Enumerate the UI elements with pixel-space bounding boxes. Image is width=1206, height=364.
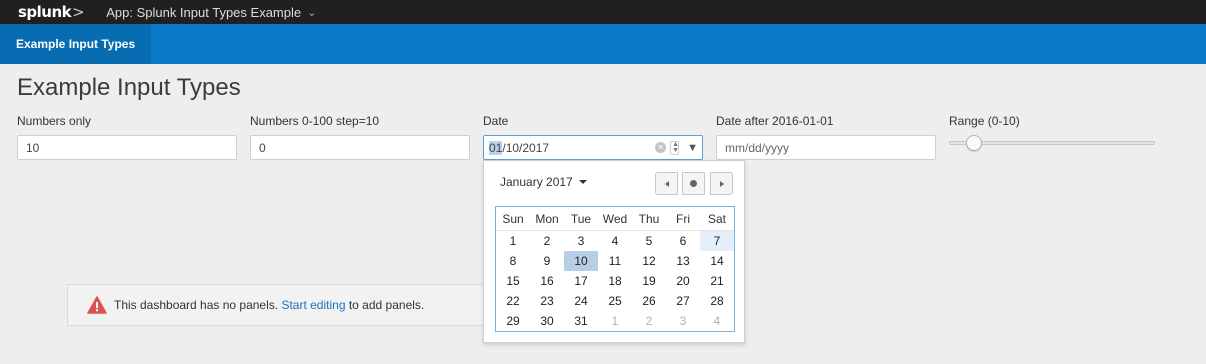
triangle-left-icon (664, 180, 669, 187)
weekday-label: Thu (638, 211, 660, 226)
nav-tab-example-input-types[interactable]: Example Input Types (0, 24, 152, 64)
calendar-day[interactable]: 16 (530, 271, 564, 291)
date-input[interactable]: 01/10/2017 ✕ ▲ ▼ ▼ (483, 135, 703, 160)
calendar-week: 15 16 17 18 19 20 21 (496, 271, 734, 291)
calendar-day[interactable]: 24 (564, 291, 598, 311)
calendar-day[interactable]: 15 (496, 271, 530, 291)
next-month-button[interactable] (710, 172, 733, 195)
numbers-only-label: Numbers only (17, 114, 92, 128)
calendar-day[interactable]: 29 (496, 311, 530, 331)
numbers-step-field: Numbers 0-100 step=10 0 (250, 114, 470, 160)
date-picker-popup: January 2017 Sun Mon Tue Wed Thu Fri Sat… (483, 160, 745, 343)
date-after-field: Date after 2016-01-01 mm/dd/yyyy (716, 114, 936, 160)
calendar-day[interactable]: 30 (530, 311, 564, 331)
range-slider-thumb[interactable] (966, 135, 982, 151)
calendar-day-other-month[interactable]: 2 (632, 311, 666, 331)
alert-text: This dashboard has no panels. Start edit… (114, 298, 425, 312)
range-field: Range (0-10) (949, 114, 1020, 130)
dot-icon (690, 180, 697, 187)
range-label: Range (0-10) (949, 114, 1020, 128)
splunk-logo[interactable]: splunk> (18, 3, 85, 21)
app-menu[interactable]: App: Splunk Input Types Example ⌄ (106, 5, 316, 20)
calendar-day[interactable]: 4 (598, 231, 632, 251)
calendar-day[interactable]: 18 (598, 271, 632, 291)
dropdown-arrow-icon[interactable]: ▼ (687, 142, 698, 154)
calendar-day[interactable]: 9 (530, 251, 564, 271)
calendar-day[interactable]: 6 (666, 231, 700, 251)
calendar-day[interactable]: 20 (666, 271, 700, 291)
no-panels-alert: This dashboard has no panels. Start edit… (67, 284, 487, 326)
calendar-day[interactable]: 25 (598, 291, 632, 311)
date-input-value: 01/10/2017 (489, 140, 550, 155)
numbers-step-input[interactable]: 0 (250, 135, 470, 160)
date-after-label: Date after 2016-01-01 (716, 114, 834, 128)
month-year-label: January 2017 (500, 175, 573, 189)
calendar-day[interactable]: 28 (700, 291, 734, 311)
numbers-only-field: Numbers only 10 (17, 114, 237, 160)
calendar-day[interactable]: 1 (496, 231, 530, 251)
calendar-day[interactable]: 27 (666, 291, 700, 311)
top-bar: splunk> App: Splunk Input Types Example … (0, 0, 1206, 24)
page-title: Example Input Types (17, 74, 241, 101)
calendar-day[interactable]: 22 (496, 291, 530, 311)
calendar-day[interactable]: 3 (564, 231, 598, 251)
spinner-icon[interactable]: ▲ ▼ (670, 140, 680, 155)
triangle-right-icon (719, 180, 724, 187)
calendar-day[interactable]: 8 (496, 251, 530, 271)
calendar-week: 8 9 10 11 12 13 14 (496, 251, 734, 271)
date-label: Date (483, 114, 509, 128)
chevron-down-icon: ⌄ (307, 6, 317, 19)
caret-down-icon (578, 180, 587, 184)
weekday-label: Sat (707, 211, 726, 226)
today-button[interactable] (682, 172, 705, 195)
calendar-day-other-month[interactable]: 1 (598, 311, 632, 331)
calendar-week: 29 30 31 1 2 3 4 (496, 311, 734, 331)
calendar-day[interactable]: 17 (564, 271, 598, 291)
calendar-grid: Sun Mon Tue Wed Thu Fri Sat 1 2 3 4 5 6 … (495, 206, 735, 332)
calendar-week: 1 2 3 4 5 6 7 (496, 231, 734, 251)
weekday-header: Sun Mon Tue Wed Thu Fri Sat (496, 207, 734, 231)
start-editing-link[interactable]: Start editing (281, 298, 345, 312)
app-menu-label: App: Splunk Input Types Example (106, 4, 302, 20)
calendar-week: 22 23 24 25 26 27 28 (496, 291, 734, 311)
calendar-day-other-month[interactable]: 4 (700, 311, 734, 331)
numbers-only-input[interactable]: 10 (17, 135, 237, 160)
calendar-day[interactable]: 23 (530, 291, 564, 311)
date-field: Date 01/10/2017 ✕ ▲ ▼ ▼ (483, 114, 703, 160)
calendar-day[interactable]: 31 (564, 311, 598, 331)
weekday-label: Tue (570, 211, 592, 226)
calendar-day[interactable]: 14 (700, 251, 734, 271)
calendar-day-today[interactable]: 7 (700, 231, 734, 251)
numbers-step-label: Numbers 0-100 step=10 (250, 114, 380, 128)
clear-icon[interactable]: ✕ (655, 142, 667, 153)
prev-month-button[interactable] (655, 172, 678, 195)
calendar-day[interactable]: 19 (632, 271, 666, 291)
calendar-day[interactable]: 5 (632, 231, 666, 251)
date-after-input[interactable]: mm/dd/yyyy (716, 135, 936, 160)
weekday-label: Sun (502, 211, 524, 226)
calendar-day[interactable]: 26 (632, 291, 666, 311)
calendar-day[interactable]: 21 (700, 271, 734, 291)
calendar-day[interactable]: 11 (598, 251, 632, 271)
weekday-label: Wed (602, 211, 628, 226)
weekday-label: Mon (535, 211, 559, 226)
warning-icon (87, 296, 107, 314)
calendar-day-other-month[interactable]: 3 (666, 311, 700, 331)
calendar-day[interactable]: 2 (530, 231, 564, 251)
month-year-selector[interactable]: January 2017 (500, 175, 587, 189)
calendar-day-selected[interactable]: 10 (564, 251, 598, 271)
app-nav-bar: Example Input Types (0, 24, 1206, 64)
calendar-day[interactable]: 13 (666, 251, 700, 271)
calendar-day[interactable]: 12 (632, 251, 666, 271)
weekday-label: Fri (676, 211, 690, 226)
